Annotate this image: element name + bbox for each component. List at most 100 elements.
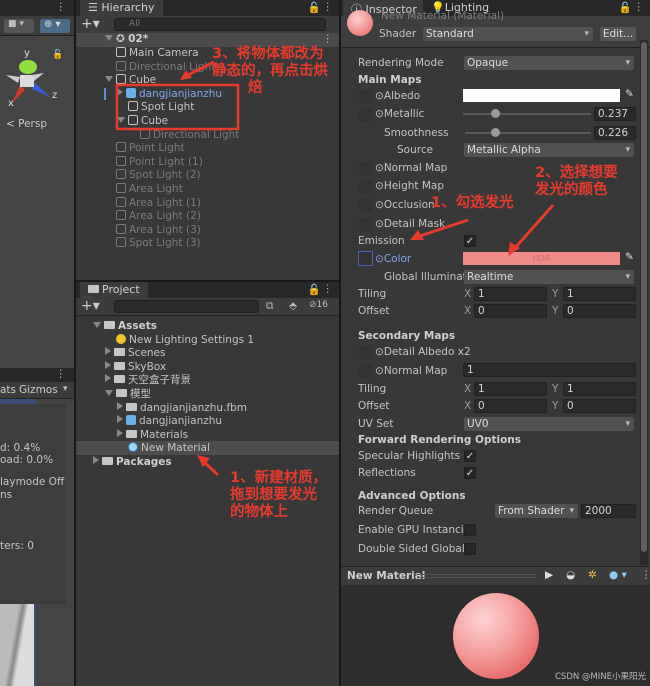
search-by-type-icon[interactable]: ⧉ <box>266 300 274 313</box>
shader-dropdown[interactable]: Standard <box>423 27 593 41</box>
more-icon[interactable]: ⋮ <box>323 283 334 295</box>
project-item[interactable]: SkyBox <box>105 360 166 374</box>
emission-texture-slot[interactable] <box>358 251 373 266</box>
lock-icon[interactable]: 🔓 <box>619 1 632 14</box>
hierarchy-item[interactable]: Point Light (1) <box>116 155 203 169</box>
fold-icon[interactable] <box>93 456 99 464</box>
preview-drag-handle[interactable] <box>417 574 537 578</box>
lock-icon[interactable]: 🔓 <box>308 283 321 296</box>
albedo-color-swatch[interactable] <box>463 89 620 102</box>
fold-icon[interactable] <box>105 35 113 41</box>
add-button[interactable]: +▾ <box>81 298 100 314</box>
emission-color-swatch[interactable]: HDR <box>463 252 620 265</box>
fold-icon[interactable] <box>105 347 111 356</box>
detail-mask-texture-slot[interactable] <box>359 218 372 231</box>
normal-map-texture-slot[interactable] <box>359 162 372 175</box>
hierarchy-item[interactable]: Cube <box>105 73 156 87</box>
hierarchy-item[interactable]: Main Camera <box>116 46 199 60</box>
hierarchy-item[interactable]: Directional Light <box>116 60 215 74</box>
detail-normal-scale[interactable]: 1 <box>463 363 636 377</box>
hierarchy-item[interactable]: Spot Light (3) <box>116 236 201 250</box>
fold-icon[interactable] <box>117 87 123 96</box>
render-queue-dropdown[interactable]: From Shader <box>495 504 578 518</box>
lock-icon[interactable]: 🔓 <box>308 1 321 14</box>
global-illumination-dropdown[interactable]: Realtime <box>464 270 634 284</box>
smoothness-slider[interactable] <box>465 128 591 137</box>
gpu-instancing-checkbox[interactable] <box>464 524 476 536</box>
project-item[interactable]: New Lighting Settings 1 <box>105 333 254 347</box>
occlusion-texture-slot[interactable] <box>359 199 372 212</box>
scene-view[interactable]: ⋮ ■ ▾ ⊕ ▾ y x z 🔓 < Persp <box>0 0 74 380</box>
double-sided-gi-checkbox[interactable] <box>464 543 476 555</box>
height-map-texture-slot[interactable] <box>359 180 372 193</box>
filter-by-label-icon[interactable]: ⬘ <box>289 300 297 312</box>
hierarchy-item[interactable]: Spot Light (2) <box>116 168 201 182</box>
hierarchy-item[interactable]: Directional Light <box>140 128 239 142</box>
project-item[interactable]: Assets <box>93 319 157 333</box>
metallic-value[interactable]: 0.237 <box>594 107 636 121</box>
gizmo-toggle[interactable]: ⊕ ▾ <box>40 19 70 33</box>
hierarchy-item[interactable]: Point Light <box>116 141 185 155</box>
hierarchy-item[interactable]: Area Light (1) <box>116 196 201 210</box>
project-item[interactable]: New Material <box>117 441 210 455</box>
rendering-mode-dropdown[interactable]: Opaque <box>464 56 634 70</box>
project-item[interactable]: Materials <box>117 428 188 442</box>
project-item[interactable]: 天空盒子背景 <box>105 373 191 387</box>
fold-icon[interactable] <box>117 117 125 123</box>
tab-hierarchy[interactable]: ☰ Hierarchy <box>80 0 163 16</box>
project-item[interactable]: Scenes <box>105 346 165 360</box>
camera-dropdown[interactable]: ■ ▾ <box>4 19 34 33</box>
gizmos-dropdown-icon[interactable]: ▾ <box>63 384 68 394</box>
gizmos-button[interactable]: Gizmos <box>19 384 58 396</box>
project-item[interactable]: dangjianjianzhu <box>117 414 222 428</box>
project-item[interactable]: Packages <box>93 455 172 469</box>
offset-y-field[interactable]: 0 <box>563 399 636 413</box>
offset-y-field[interactable]: 0 <box>563 304 636 318</box>
hidden-packages-icon[interactable]: ⊘16 <box>309 300 328 310</box>
play-icon[interactable]: ▶ <box>545 569 553 581</box>
hierarchy-item[interactable]: Area Light <box>116 182 183 196</box>
more-icon[interactable]: ⋮ <box>56 1 67 13</box>
more-icon[interactable]: ⋮ <box>323 33 334 45</box>
albedo-texture-slot[interactable] <box>359 90 372 103</box>
fold-icon[interactable] <box>117 428 123 437</box>
eyedropper-icon[interactable]: ✎ <box>625 88 634 100</box>
project-item[interactable]: dangjianjianzhu.fbm <box>117 401 247 415</box>
more-icon[interactable]: ⋮ <box>323 1 334 13</box>
metallic-slider[interactable] <box>463 109 591 118</box>
lock-icon[interactable]: 🔓 <box>52 50 63 60</box>
light-preview-icon[interactable]: ✲ <box>588 569 597 581</box>
tab-project[interactable]: Project <box>80 282 148 298</box>
project-search[interactable] <box>114 300 259 313</box>
fold-icon[interactable] <box>117 401 123 410</box>
more-icon[interactable]: ⋮ <box>56 368 67 380</box>
scene-header-row[interactable]: ✪ 02* ⋮ <box>76 33 339 47</box>
material-preview[interactable]: CSDN @MINE小果阳光 <box>341 585 650 686</box>
hierarchy-item[interactable]: Area Light (3) <box>116 223 201 237</box>
stats-button[interactable]: ats <box>0 384 16 396</box>
scrollbar[interactable] <box>640 40 648 565</box>
edit-shader-button[interactable]: Edit... <box>600 27 636 41</box>
offset-x-field[interactable]: 0 <box>474 304 547 318</box>
project-item[interactable]: 模型 <box>105 387 151 401</box>
hierarchy-item[interactable]: Spot Light <box>128 100 194 114</box>
sphere-preview-icon[interactable]: ◒ <box>566 569 575 581</box>
smoothness-value[interactable]: 0.226 <box>594 126 636 140</box>
hierarchy-search[interactable]: All <box>114 18 326 31</box>
tiling-y-field[interactable]: 1 <box>563 287 636 301</box>
persp-label[interactable]: < Persp <box>6 118 47 130</box>
background-dropdown-icon[interactable]: ● ▾ <box>609 569 627 581</box>
fold-icon[interactable] <box>105 374 111 383</box>
hierarchy-item[interactable]: dangjianjianzhu <box>117 87 222 101</box>
uv-set-dropdown[interactable]: UV0 <box>464 417 634 431</box>
eyedropper-icon[interactable]: ✎ <box>625 251 634 263</box>
detail-normal-slot[interactable] <box>359 365 372 378</box>
hierarchy-item[interactable]: Cube <box>117 114 168 128</box>
tiling-x-field[interactable]: 1 <box>474 287 547 301</box>
tiling-y-field[interactable]: 1 <box>563 382 636 396</box>
specular-highlights-checkbox[interactable]: ✓ <box>464 450 476 462</box>
fold-icon[interactable] <box>105 390 113 396</box>
fold-icon[interactable] <box>117 415 123 424</box>
fold-icon[interactable] <box>93 322 101 328</box>
add-button[interactable]: +▾ <box>81 16 100 32</box>
